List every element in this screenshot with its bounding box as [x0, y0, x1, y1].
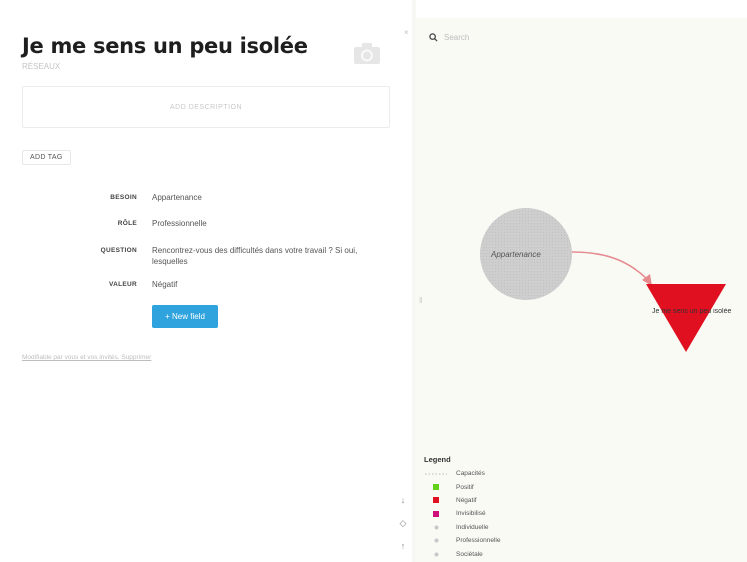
- new-field-button[interactable]: + New field: [152, 305, 218, 328]
- legend-item: Professionnelle: [424, 534, 544, 547]
- property-key: QUESTION: [100, 247, 137, 254]
- legend-item: Capacités: [424, 467, 544, 480]
- legend-item: Invisibilisé: [424, 507, 544, 520]
- node-type-label: RÉSEAUX: [22, 62, 61, 71]
- legend-label: Positif: [456, 483, 474, 491]
- legend-label: Invisibilisé: [456, 510, 486, 518]
- legend-marker-icon: [424, 538, 448, 543]
- legend-marker-icon: [424, 497, 448, 504]
- property-key: VALEUR: [108, 281, 137, 288]
- legend-marker-icon: [424, 510, 448, 517]
- node-detail-panel: Je me sens un peu isolée RÉSEAUX ADD DES…: [0, 0, 412, 562]
- legend-marker-icon: [424, 484, 448, 491]
- legend-item: Sociétale: [424, 547, 544, 560]
- graph-edge: [571, 251, 649, 281]
- legend-marker-icon: [424, 472, 448, 476]
- property-key: RÔLE: [117, 220, 137, 227]
- zoom-out-button[interactable]: ↓: [397, 495, 409, 505]
- property-value[interactable]: Appartenance: [152, 192, 382, 203]
- legend-label: Sociétale: [456, 550, 483, 558]
- graph-node-isolee: [646, 284, 726, 352]
- legend-item: Positif: [424, 480, 544, 493]
- add-tag-button[interactable]: ADD TAG: [22, 150, 71, 165]
- property-value[interactable]: Professionnelle: [152, 218, 382, 229]
- permissions-link[interactable]: Modifiable par vous et vos invités. Supp…: [22, 354, 151, 361]
- legend-item: Individuelle: [424, 521, 544, 534]
- recenter-button[interactable]: ◇: [397, 518, 409, 529]
- legend-title: Legend: [424, 455, 451, 464]
- property-value[interactable]: Négatif: [152, 279, 382, 290]
- legend-marker-icon: [424, 525, 448, 530]
- node-title[interactable]: Je me sens un peu isolée: [22, 34, 308, 58]
- legend-label: Négatif: [456, 496, 477, 504]
- legend-marker-icon: [424, 552, 448, 557]
- property-value[interactable]: Rencontrez-vous des difficultés dans vot…: [152, 245, 382, 267]
- graph-node-label: Je me sens un peu isolée: [652, 308, 732, 315]
- property-key: BESOIN: [110, 194, 137, 201]
- legend-label: Capacités: [456, 470, 485, 478]
- graph-svg[interactable]: [416, 18, 747, 398]
- camera-icon[interactable]: [351, 38, 383, 68]
- add-description-box[interactable]: ADD DESCRIPTION: [22, 86, 390, 128]
- zoom-in-button[interactable]: ↑: [397, 541, 409, 551]
- legend-label: Individuelle: [456, 523, 489, 531]
- graph-legend: Legend Capacités Positif Négatif Invisibili…: [424, 455, 544, 561]
- graph-node-label: Appartenance: [491, 250, 541, 259]
- legend-item: Négatif: [424, 494, 544, 507]
- legend-label: Professionnelle: [456, 537, 501, 545]
- close-icon[interactable]: ×: [404, 28, 409, 37]
